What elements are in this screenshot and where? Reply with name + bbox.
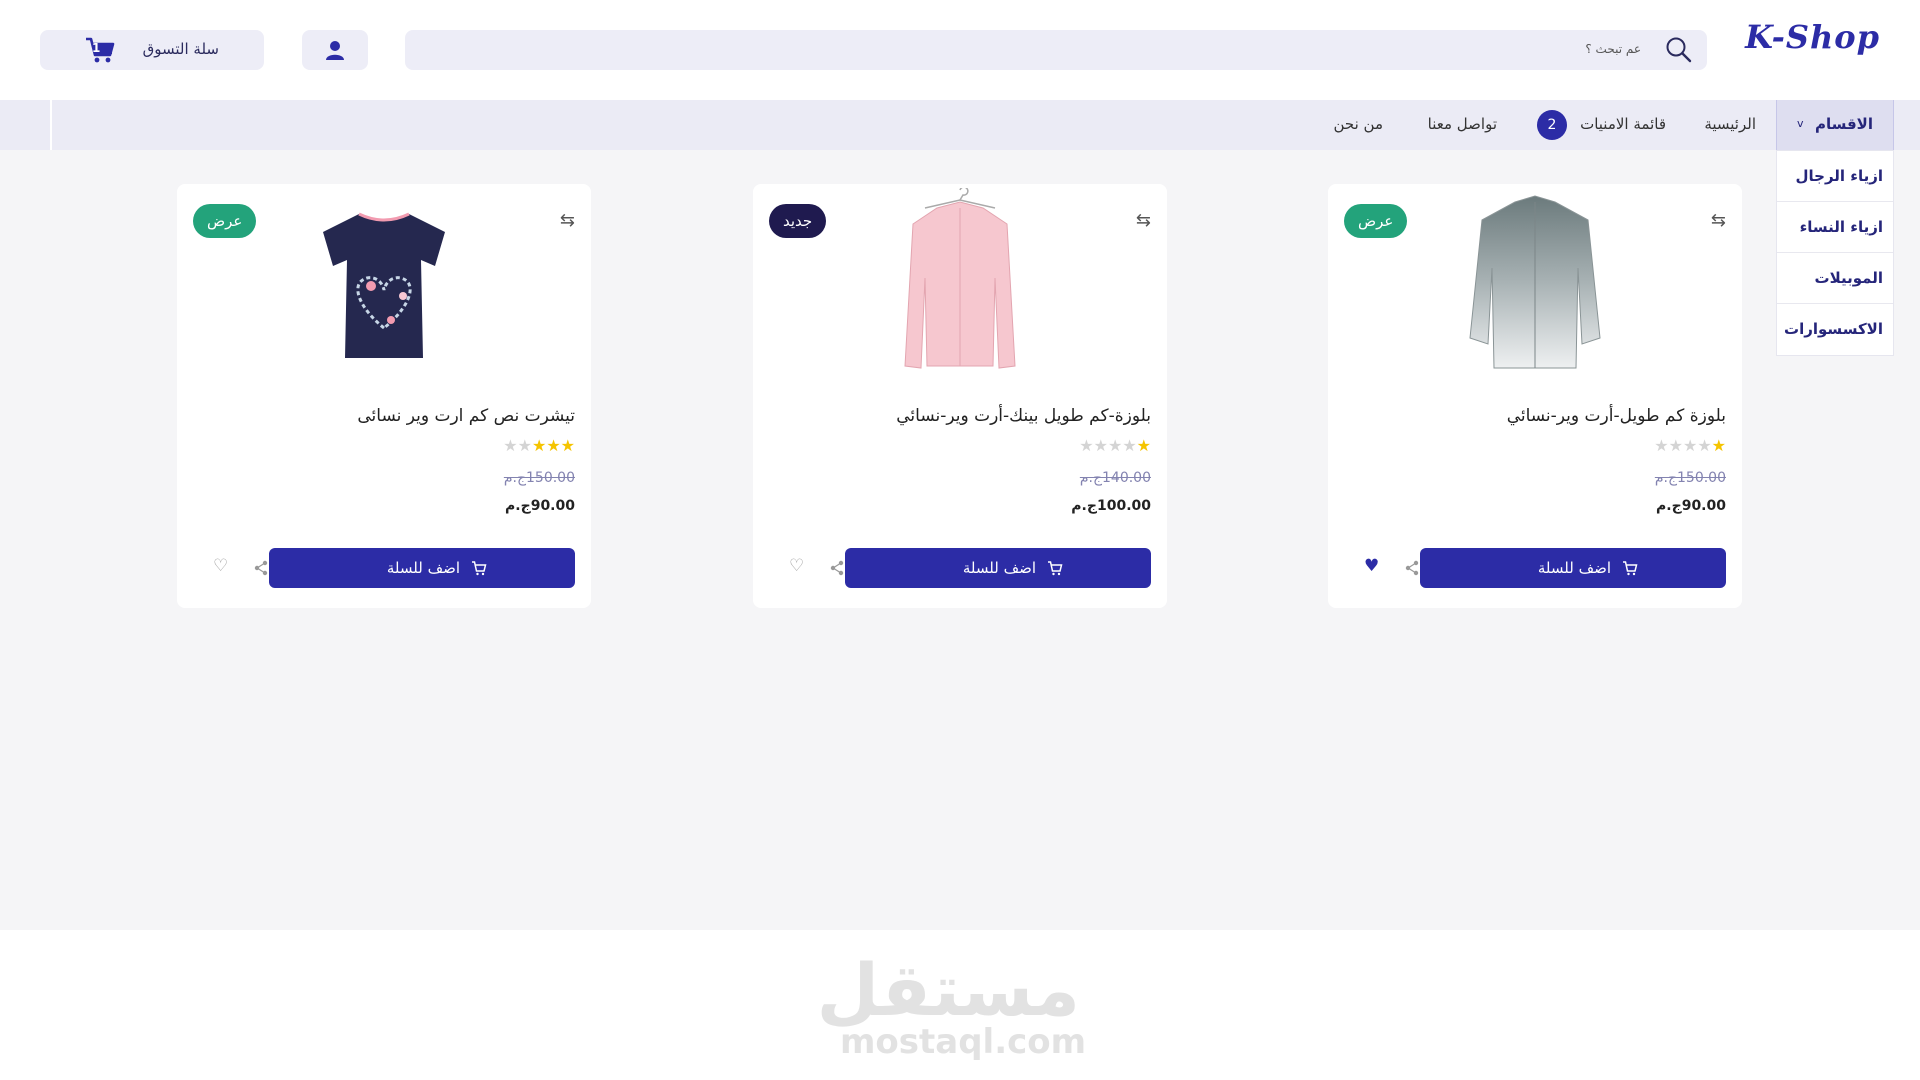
old-price: 150.00ج.م bbox=[1654, 470, 1726, 486]
wishlist-heart-icon[interactable]: ♥ bbox=[1364, 558, 1379, 575]
star-icon: ★ bbox=[517, 436, 532, 455]
product-image[interactable] bbox=[309, 188, 459, 378]
product-card[interactable]: ⇆ عرض تيشرت نص كم ارت وير نسائى ★★★★★ 15… bbox=[177, 184, 591, 608]
chevron-down-icon: v bbox=[1797, 117, 1804, 130]
add-to-cart-label: اضف للسلة bbox=[962, 559, 1036, 577]
category-women[interactable]: ازياء النساء bbox=[1777, 202, 1893, 253]
nav-link-wishlist[interactable]: قائمة الامنيات bbox=[1580, 115, 1666, 133]
product-image[interactable] bbox=[885, 188, 1035, 378]
share-icon[interactable] bbox=[253, 560, 269, 576]
compare-icon[interactable]: ⇆ bbox=[1711, 210, 1726, 231]
star-icon: ★ bbox=[1136, 436, 1151, 455]
product-name[interactable]: تيشرت نص كم ارت وير نسائى bbox=[357, 406, 575, 426]
cart-icon bbox=[1623, 561, 1638, 576]
share-icon[interactable] bbox=[1404, 560, 1420, 576]
star-icon: ★ bbox=[1093, 436, 1108, 455]
star-icon: ★ bbox=[1654, 436, 1669, 455]
star-icon: ★ bbox=[1711, 436, 1726, 455]
product-name[interactable]: بلوزة كم طويل-أرت وير-نسائي bbox=[1507, 406, 1726, 426]
share-icon[interactable] bbox=[829, 560, 845, 576]
product-badge: عرض bbox=[1344, 204, 1408, 238]
watermark-logo: مستقل bbox=[816, 948, 1080, 1032]
nav-link-contact[interactable]: تواصل معنا bbox=[1428, 115, 1497, 133]
category-label: ازياء الرجال bbox=[1795, 167, 1884, 185]
cart-label: سلة التسوق bbox=[142, 40, 219, 58]
product-badge: عرض bbox=[193, 204, 257, 238]
old-price: 150.00ج.م bbox=[503, 470, 575, 486]
search-icon[interactable] bbox=[1665, 36, 1693, 64]
categories-menu-button[interactable]: الاقسام v bbox=[1776, 100, 1894, 150]
wishlist-count-badge: 2 bbox=[1537, 110, 1567, 140]
star-icon: ★ bbox=[560, 436, 575, 455]
wishlist-heart-icon[interactable]: ♡ bbox=[789, 558, 804, 575]
star-icon: ★ bbox=[1668, 436, 1683, 455]
categories-label: الاقسام bbox=[1814, 115, 1873, 133]
search-placeholder: عم تبحث ؟ bbox=[1585, 42, 1641, 56]
product-name[interactable]: بلوزة-كم طويل بينك-أرت وير-نسائي bbox=[896, 406, 1151, 426]
nav-link-home[interactable]: الرئيسية bbox=[1704, 115, 1756, 133]
cart-icon bbox=[1048, 561, 1063, 576]
current-price: 90.00ج.م bbox=[505, 498, 575, 514]
current-price: 100.00ج.م bbox=[1071, 498, 1151, 514]
old-price: 140.00ج.م bbox=[1079, 470, 1151, 486]
category-label: الاكسسوارات bbox=[1784, 320, 1883, 338]
star-icon: ★ bbox=[546, 436, 561, 455]
search-bar[interactable]: عم تبحث ؟ bbox=[405, 30, 1707, 70]
star-icon: ★ bbox=[1122, 436, 1137, 455]
site-logo[interactable]: K-Shop bbox=[1745, 18, 1880, 56]
add-to-cart-label: اضف للسلة bbox=[1537, 559, 1611, 577]
star-icon: ★ bbox=[1079, 436, 1094, 455]
compare-icon[interactable]: ⇆ bbox=[1136, 210, 1151, 231]
nav-link-about[interactable]: من نحن bbox=[1334, 115, 1384, 133]
add-to-cart-button[interactable]: اضف للسلة bbox=[269, 548, 575, 588]
compare-icon[interactable]: ⇆ bbox=[560, 210, 575, 231]
cart-button[interactable]: سلة التسوق 1 bbox=[40, 30, 264, 70]
star-icon: ★ bbox=[503, 436, 518, 455]
category-men[interactable]: ازياء الرجال bbox=[1777, 151, 1893, 202]
cart-count: 1 bbox=[92, 41, 101, 55]
rating-stars: ★★★★★ bbox=[1079, 436, 1151, 455]
current-price: 90.00ج.م bbox=[1656, 498, 1726, 514]
star-icon: ★ bbox=[1697, 436, 1712, 455]
header: K-Shop عم تبحث ؟ سلة التسوق 1 bbox=[0, 0, 1920, 100]
product-badge: جديد bbox=[769, 204, 827, 238]
category-accessories[interactable]: الاكسسوارات bbox=[1777, 304, 1893, 355]
watermark-url: mostaql.com bbox=[840, 1022, 1087, 1062]
add-to-cart-button[interactable]: اضف للسلة bbox=[845, 548, 1151, 588]
add-to-cart-label: اضف للسلة bbox=[386, 559, 460, 577]
account-button[interactable] bbox=[302, 30, 368, 70]
category-label: ازياء النساء bbox=[1799, 218, 1883, 236]
product-image[interactable] bbox=[1460, 188, 1610, 378]
star-icon: ★ bbox=[531, 436, 547, 455]
star-icon: ★ bbox=[1682, 436, 1698, 455]
add-to-cart-button[interactable]: اضف للسلة bbox=[1420, 548, 1726, 588]
wishlist-heart-icon[interactable]: ♡ bbox=[213, 558, 228, 575]
rating-stars: ★★★★★ bbox=[1654, 436, 1726, 455]
user-icon bbox=[326, 41, 344, 60]
footer: مستقل mostaql.com bbox=[0, 930, 1920, 1080]
main-nav: الاقسام v الرئيسية قائمة الامنيات تواصل … bbox=[0, 100, 1920, 150]
cart-icon bbox=[472, 561, 487, 576]
nav-divider bbox=[50, 100, 52, 150]
category-mobiles[interactable]: الموبيلات bbox=[1777, 253, 1893, 304]
product-card[interactable]: ⇆ عرض بلوزة كم طويل-أرت وير-نسائي ★★★★★ … bbox=[1328, 184, 1742, 608]
categories-dropdown: ازياء الرجال ازياء النساء الموبيلات الاك… bbox=[1776, 150, 1894, 356]
category-label: الموبيلات bbox=[1814, 269, 1883, 287]
rating-stars: ★★★★★ bbox=[503, 436, 575, 455]
star-icon: ★ bbox=[1107, 436, 1123, 455]
product-card[interactable]: ⇆ جديد بلوزة-كم طويل بينك-أرت وير-نسائي … bbox=[753, 184, 1167, 608]
